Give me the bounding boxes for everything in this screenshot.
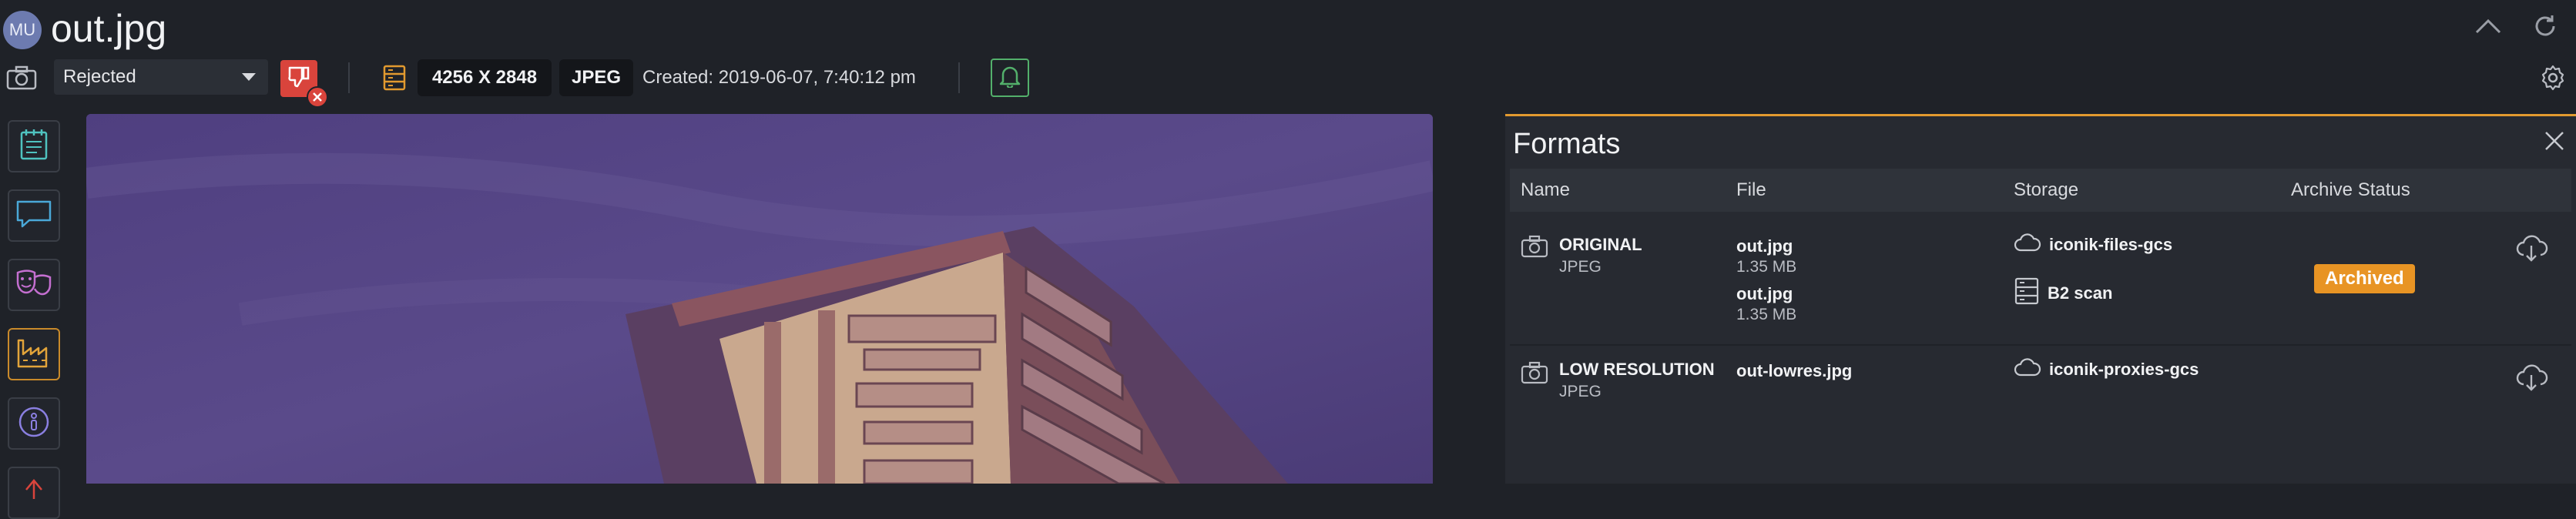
dimensions-chip: 4256 X 2848 bbox=[418, 59, 552, 96]
table-header: Name File Storage Archive Status bbox=[1510, 169, 2571, 212]
comment-icon bbox=[15, 199, 52, 233]
format-name: LOW RESOLUTION bbox=[1559, 360, 1715, 379]
notify-button[interactable] bbox=[991, 59, 1029, 97]
storage-item: iconik-proxies-gcs bbox=[2014, 358, 2199, 381]
close-icon bbox=[307, 86, 328, 108]
archive-status-badge: Archived bbox=[2314, 264, 2415, 293]
info-icon bbox=[17, 405, 51, 443]
file-size: 1.35 MB bbox=[1736, 258, 1797, 276]
status-select[interactable]: Rejected bbox=[54, 59, 268, 95]
toolbar-divider bbox=[348, 62, 350, 93]
status-select-value: Rejected bbox=[63, 66, 136, 87]
cloud-download-icon[interactable] bbox=[2514, 235, 2548, 266]
masks-icon bbox=[15, 268, 52, 303]
file-name[interactable]: out.jpg bbox=[1736, 284, 1793, 304]
bell-icon bbox=[999, 65, 1021, 92]
chevron-up-icon[interactable] bbox=[2473, 11, 2504, 42]
camera-icon bbox=[1521, 235, 1548, 262]
server-icon bbox=[2014, 276, 2040, 310]
file-size: 1.35 MB bbox=[1736, 306, 1797, 323]
sidebar-item-comments[interactable] bbox=[8, 189, 60, 242]
format-chip: JPEG bbox=[559, 59, 633, 96]
column-header-storage: Storage bbox=[2014, 179, 2079, 200]
formats-panel: Formats Name File Storage Archive Status… bbox=[1505, 114, 2576, 484]
storage-item: iconik-files-gcs bbox=[2014, 233, 2172, 256]
cloud-download-icon[interactable] bbox=[2514, 364, 2548, 396]
storage-label: iconik-files-gcs bbox=[2049, 235, 2173, 254]
storage-item: B2 scan bbox=[2014, 276, 2112, 310]
metadata-icon bbox=[377, 61, 411, 95]
column-header-name: Name bbox=[1521, 179, 1571, 200]
format-type: JPEG bbox=[1559, 258, 1602, 276]
created-date: Created: 2019-06-07, 7:40:12 pm bbox=[642, 67, 916, 88]
page-title: out.jpg bbox=[51, 7, 167, 50]
chevron-down-icon bbox=[242, 73, 256, 81]
close-panel-button[interactable] bbox=[2539, 127, 2570, 158]
sidebar-item-share[interactable] bbox=[8, 467, 60, 519]
file-name[interactable]: out.jpg bbox=[1736, 236, 1793, 256]
camera-icon bbox=[1521, 361, 1548, 388]
sidebar-item-notes[interactable] bbox=[8, 120, 60, 172]
factory-icon bbox=[15, 336, 52, 373]
cloud-icon bbox=[2014, 358, 2041, 381]
refresh-icon[interactable] bbox=[2530, 11, 2561, 42]
table-row[interactable]: LOW RESOLUTION JPEG out-lowres.jpg iconi… bbox=[1505, 346, 2576, 438]
column-header-file: File bbox=[1736, 179, 1766, 200]
file-name[interactable]: out-lowres.jpg bbox=[1736, 361, 1852, 381]
panel-title: Formats bbox=[1513, 128, 1621, 160]
sidebar-item-formats[interactable] bbox=[8, 328, 60, 380]
notes-icon bbox=[18, 128, 49, 166]
storage-label: B2 scan bbox=[2048, 283, 2113, 303]
settings-icon[interactable] bbox=[2536, 61, 2570, 95]
avatar-initials: MU bbox=[8, 20, 36, 39]
toolbar-divider bbox=[958, 62, 960, 93]
format-type: JPEG bbox=[1559, 383, 1602, 400]
image-preview[interactable] bbox=[86, 114, 1433, 484]
close-icon bbox=[2544, 131, 2564, 155]
sidebar-item-faces[interactable] bbox=[8, 259, 60, 311]
share-icon bbox=[18, 476, 49, 511]
sidebar-item-info[interactable] bbox=[8, 397, 60, 450]
storage-label: iconik-proxies-gcs bbox=[2049, 360, 2199, 379]
column-header-archive-status: Archive Status bbox=[2291, 179, 2410, 200]
thumbs-down-icon bbox=[287, 65, 311, 93]
table-row[interactable]: ORIGINAL JPEG out.jpg 1.35 MB out.jpg 1.… bbox=[1505, 212, 2576, 335]
camera-icon bbox=[5, 61, 39, 95]
format-name: ORIGINAL bbox=[1559, 235, 1642, 254]
avatar[interactable]: MU bbox=[3, 11, 42, 49]
cloud-icon bbox=[2014, 233, 2041, 256]
